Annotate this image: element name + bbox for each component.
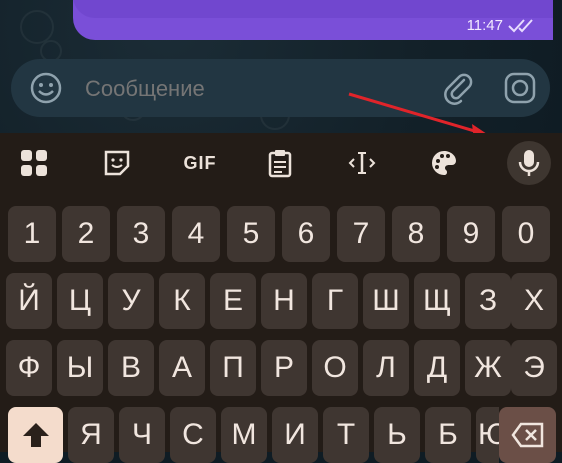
message-body [73, 0, 553, 18]
key[interactable]: Ф [6, 340, 52, 396]
key[interactable]: 0 [502, 206, 550, 262]
key[interactable]: Ж [465, 340, 511, 396]
key[interactable]: Т [323, 407, 369, 463]
key[interactable]: 8 [392, 206, 440, 262]
key[interactable]: Д [414, 340, 460, 396]
key[interactable]: Р [261, 340, 307, 396]
key[interactable]: Щ [414, 273, 460, 329]
key[interactable]: З [465, 273, 511, 329]
message-composer [11, 59, 550, 119]
camera-icon[interactable] [503, 71, 537, 105]
keyboard: GIF 1 2 3 4 5 6 7 8 9 0 Й Ц У К Е Н Г Ш … [0, 133, 562, 463]
key[interactable]: Б [425, 407, 471, 463]
key[interactable]: П [210, 340, 256, 396]
key[interactable]: Н [261, 273, 307, 329]
message-time: 11:47 [466, 17, 503, 34]
backspace-key[interactable] [499, 407, 556, 463]
key[interactable]: О [312, 340, 358, 396]
key[interactable]: С [170, 407, 216, 463]
key[interactable]: Ю [476, 407, 508, 463]
key[interactable]: 7 [337, 206, 385, 262]
background-doodle [20, 10, 54, 44]
key[interactable]: А [159, 340, 205, 396]
shift-arrow-icon [22, 423, 49, 447]
key[interactable]: Я [68, 407, 114, 463]
key[interactable]: Ш [363, 273, 409, 329]
key[interactable]: Е [210, 273, 256, 329]
shift-key[interactable] [8, 407, 63, 463]
key[interactable]: Л [363, 340, 409, 396]
gif-button[interactable]: GIF [176, 141, 224, 185]
key[interactable]: В [108, 340, 154, 396]
key[interactable]: У [108, 273, 154, 329]
key[interactable]: Э [511, 340, 557, 396]
double-check-icon [508, 19, 533, 33]
key[interactable]: Ч [119, 407, 165, 463]
key[interactable]: Ц [57, 273, 103, 329]
clipboard-icon[interactable] [258, 141, 302, 185]
paperclip-icon[interactable] [441, 71, 475, 105]
key[interactable]: Г [312, 273, 358, 329]
key[interactable]: 1 [8, 206, 56, 262]
emoji-icon[interactable] [29, 71, 63, 105]
microphone-icon [518, 150, 540, 176]
key[interactable]: Ь [374, 407, 420, 463]
message-input[interactable] [83, 59, 427, 119]
gif-label: GIF [183, 152, 217, 173]
key[interactable]: К [159, 273, 205, 329]
key[interactable]: Й [6, 273, 52, 329]
key[interactable]: М [221, 407, 267, 463]
key[interactable]: 5 [227, 206, 275, 262]
key[interactable]: 2 [62, 206, 110, 262]
key[interactable]: 3 [117, 206, 165, 262]
palette-icon[interactable] [422, 141, 466, 185]
text-cursor-icon[interactable] [340, 141, 384, 185]
key[interactable]: 9 [447, 206, 495, 262]
key[interactable]: 6 [282, 206, 330, 262]
chat-area: 11:47 [0, 0, 562, 133]
microphone-button[interactable] [507, 141, 551, 185]
key[interactable]: 4 [172, 206, 220, 262]
message-bubble[interactable]: 11:47 [73, 0, 553, 40]
apps-grid-icon[interactable] [12, 141, 56, 185]
keyboard-toolbar: GIF [0, 133, 562, 191]
key[interactable]: И [272, 407, 318, 463]
key[interactable]: Х [511, 273, 557, 329]
sticker-icon[interactable] [95, 141, 139, 185]
backspace-icon [510, 422, 543, 448]
key[interactable]: Ы [57, 340, 103, 396]
